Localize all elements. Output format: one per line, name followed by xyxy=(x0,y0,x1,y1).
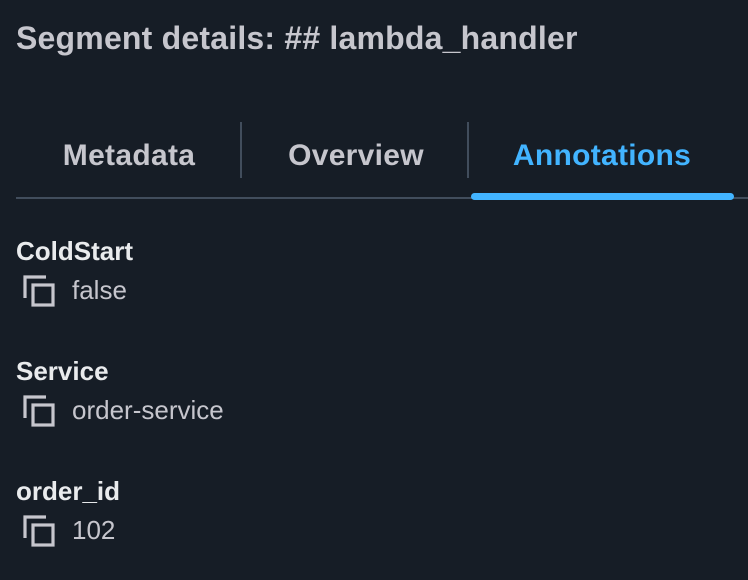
active-tab-indicator xyxy=(471,193,734,200)
tab-metadata[interactable]: Metadata xyxy=(16,118,242,194)
page-title: Segment details: ## lambda_handler xyxy=(16,20,578,56)
annotation-value: false xyxy=(72,275,127,305)
annotation-item-service: Service order-service xyxy=(16,356,716,432)
copy-icon[interactable] xyxy=(22,514,58,550)
annotation-item-coldstart: ColdStart false xyxy=(16,236,716,312)
tab-divider xyxy=(467,122,469,178)
annotation-value-row: 102 xyxy=(16,512,716,552)
annotation-key: order_id xyxy=(16,476,121,506)
annotation-item-order-id: order_id 102 xyxy=(16,476,716,552)
annotation-value: order-service xyxy=(72,395,224,425)
copy-icon[interactable] xyxy=(22,394,58,430)
annotation-value-row: false xyxy=(16,272,716,312)
tab-overview[interactable]: Overview xyxy=(242,118,470,194)
tab-bar: Metadata Overview Annotations xyxy=(16,118,748,200)
tab-annotations[interactable]: Annotations xyxy=(470,118,734,194)
annotation-key: ColdStart xyxy=(16,236,133,266)
annotation-key: Service xyxy=(16,356,109,386)
annotation-value-row: order-service xyxy=(16,392,716,432)
annotation-value: 102 xyxy=(72,515,116,545)
copy-icon[interactable] xyxy=(22,274,58,310)
segment-details-panel: Segment details: ## lambda_handler Metad… xyxy=(0,0,748,580)
